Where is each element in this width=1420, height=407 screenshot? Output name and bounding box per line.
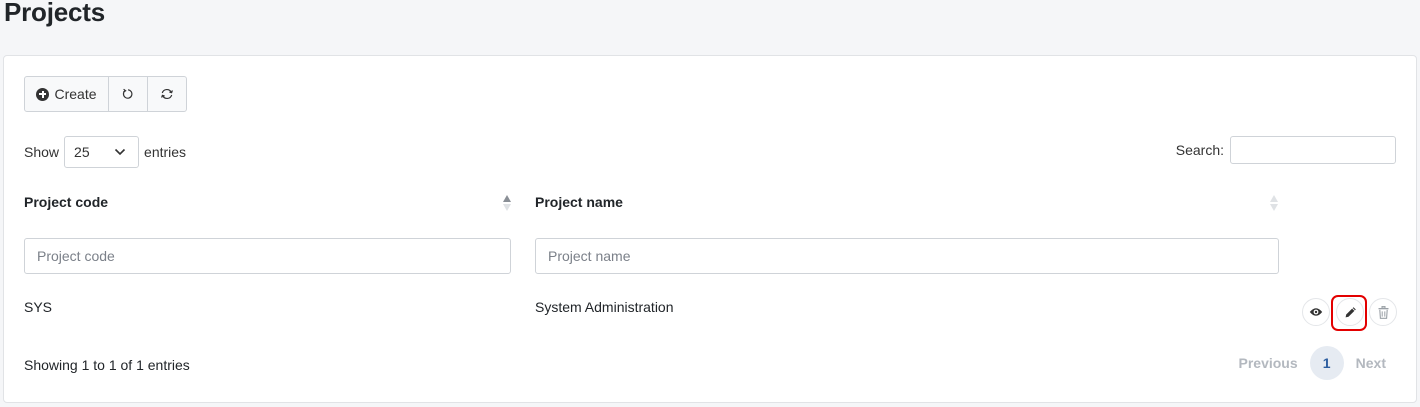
delete-button[interactable]: [1369, 298, 1397, 326]
project-code-filter-input[interactable]: Project code: [24, 238, 511, 274]
edit-button[interactable]: [1336, 298, 1364, 326]
view-button[interactable]: [1302, 298, 1330, 326]
show-label: Show: [24, 144, 60, 160]
previous-page-button[interactable]: Previous: [1239, 355, 1298, 371]
reload-button[interactable]: [147, 77, 186, 111]
column-header-project-code[interactable]: Project code: [24, 194, 108, 210]
sort-icon[interactable]: [1269, 194, 1279, 212]
project-code-cell: SYS: [24, 299, 53, 315]
create-button-label: Create: [54, 86, 97, 102]
plus-circle-icon: [36, 87, 50, 101]
entries-select[interactable]: 25: [64, 136, 140, 168]
entries-label: entries: [144, 144, 187, 160]
toolbar-button-group: Create: [24, 76, 187, 112]
table-info: Showing 1 to 1 of 1 entries: [24, 357, 190, 373]
page-title: Projects: [4, 0, 106, 27]
column-header-project-name[interactable]: Project name: [535, 194, 623, 210]
page-1-button[interactable]: 1: [1309, 346, 1344, 380]
view-icon: [1309, 308, 1323, 316]
pagination: Previous 1 Next: [1239, 345, 1397, 381]
search-input[interactable]: [1230, 136, 1396, 164]
project-name-cell: System Administration: [535, 299, 674, 315]
refresh-icon: [161, 88, 173, 100]
chevron-down-icon: [114, 148, 126, 156]
projects-card: Create Show 25 entries Search: Project c…: [3, 55, 1417, 403]
entries-length-control: Show 25 entries: [24, 136, 186, 168]
search-control: Search:: [1176, 136, 1396, 164]
sort-ascending-icon[interactable]: [502, 194, 512, 212]
create-button[interactable]: Create: [25, 77, 108, 111]
search-label: Search:: [1175, 142, 1224, 158]
next-page-button[interactable]: Next: [1356, 355, 1386, 371]
edit-icon: [1345, 306, 1356, 317]
undo-icon: [122, 88, 133, 99]
entries-select-value: 25: [74, 144, 90, 160]
project-name-filter-input[interactable]: Project name: [535, 238, 1279, 274]
delete-icon: [1378, 305, 1388, 319]
reset-button[interactable]: [108, 77, 147, 111]
